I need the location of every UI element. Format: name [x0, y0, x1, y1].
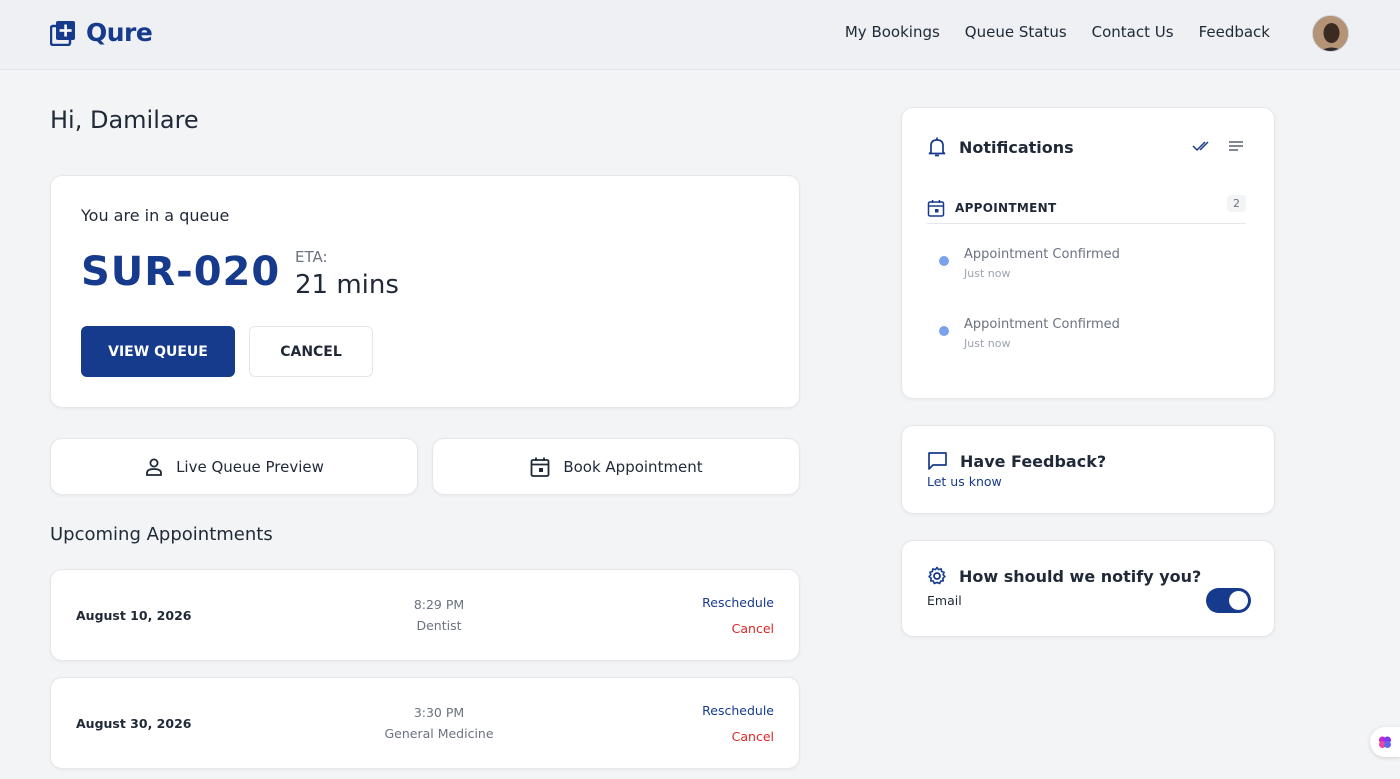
appointment-time: 8:29 PM: [413, 597, 465, 612]
brain-icon: [1379, 736, 1391, 748]
toggle-knob: [1229, 591, 1248, 610]
notifications-title: Notifications: [959, 137, 1074, 157]
upcoming-title: Upcoming Appointments: [50, 524, 273, 545]
avatar-image: [1313, 16, 1348, 51]
appointment-department: General Medicine: [384, 726, 494, 741]
bell-icon: [928, 137, 946, 157]
email-toggle[interactable]: [1206, 588, 1251, 613]
notification-preferences-card: How should we notify you? Email: [901, 540, 1275, 637]
notifications-actions: [1176, 138, 1244, 157]
unread-dot: [939, 256, 949, 266]
mark-all-read-icon[interactable]: [1192, 138, 1212, 157]
feedback-link[interactable]: Let us know: [927, 474, 1002, 489]
appointment-card: August 30, 2026 3:30 PM General Medicine…: [50, 677, 800, 769]
notify-title: How should we notify you?: [959, 566, 1202, 586]
notifications-header: Notifications: [927, 136, 1074, 158]
book-appointment-label: Book Appointment: [563, 457, 703, 476]
greeting: Hi, Damilare: [50, 106, 199, 134]
notification-category[interactable]: APPOINTMENT 2: [927, 192, 1246, 224]
cancel-appointment-link[interactable]: Cancel: [732, 621, 774, 636]
notify-header: How should we notify you?: [927, 566, 1201, 586]
appointment-card: August 10, 2026 8:29 PM Dentist Reschedu…: [50, 569, 800, 661]
feedback-header: Have Feedback?: [927, 451, 1106, 471]
notification-time: Just now: [964, 267, 1011, 280]
book-appointment-button[interactable]: Book Appointment: [432, 438, 800, 495]
notifications-card: Notifications APPOINTMENT 2 Appointment …: [901, 107, 1275, 399]
person-icon: [146, 458, 162, 476]
appointment-date: August 30, 2026: [76, 716, 192, 731]
notification-time: Just now: [964, 337, 1011, 350]
calendar-icon: [530, 457, 550, 477]
notification-count-badge: 2: [1227, 195, 1246, 212]
queue-number: SUR-020: [81, 249, 281, 295]
appointment-date: August 10, 2026: [76, 608, 192, 623]
calendar-icon: [927, 199, 945, 217]
notification-text: Appointment Confirmed: [964, 247, 1120, 262]
nav-contact-us[interactable]: Contact Us: [1092, 23, 1174, 41]
notification-item[interactable]: Appointment Confirmed Just now: [939, 317, 1239, 357]
notify-channel-label: Email: [927, 593, 962, 608]
notification-category-label: APPOINTMENT: [955, 200, 1057, 215]
feedback-card: Have Feedback? Let us know: [901, 425, 1275, 514]
feedback-title: Have Feedback?: [960, 451, 1107, 471]
nav-queue-status[interactable]: Queue Status: [965, 23, 1067, 41]
gear-icon: [928, 566, 946, 585]
queue-card: You are in a queue SUR-020 ETA: 21 mins …: [50, 175, 800, 408]
filter-list-icon[interactable]: [1228, 138, 1244, 157]
cancel-queue-button[interactable]: CANCEL: [249, 326, 373, 377]
logo[interactable]: Qure: [50, 18, 153, 47]
live-queue-preview-button[interactable]: Live Queue Preview: [50, 438, 418, 495]
live-queue-label: Live Queue Preview: [176, 457, 324, 476]
eta-label: ETA:: [295, 248, 328, 266]
main-nav: My Bookings Queue Status Contact Us Feed…: [820, 23, 1270, 41]
appointment-department: Dentist: [416, 618, 462, 633]
assistant-widget-button[interactable]: [1370, 727, 1400, 757]
view-queue-button[interactable]: VIEW QUEUE: [81, 326, 235, 377]
reschedule-link[interactable]: Reschedule: [702, 595, 774, 610]
eta-value: 21 mins: [295, 270, 399, 300]
reschedule-link[interactable]: Reschedule: [702, 703, 774, 718]
logo-icon: [50, 20, 75, 46]
notification-item[interactable]: Appointment Confirmed Just now: [939, 247, 1239, 287]
top-header: Qure My Bookings Queue Status Contact Us…: [0, 0, 1400, 70]
queue-title: You are in a queue: [81, 206, 230, 225]
notification-text: Appointment Confirmed: [964, 317, 1120, 332]
chat-bubble-icon: [928, 452, 947, 470]
avatar[interactable]: [1312, 15, 1349, 52]
app-name: Qure: [86, 18, 153, 47]
cancel-appointment-link[interactable]: Cancel: [732, 729, 774, 744]
unread-dot: [939, 326, 949, 336]
appointment-time: 3:30 PM: [413, 705, 465, 720]
nav-my-bookings[interactable]: My Bookings: [845, 23, 940, 41]
nav-feedback[interactable]: Feedback: [1199, 23, 1270, 41]
